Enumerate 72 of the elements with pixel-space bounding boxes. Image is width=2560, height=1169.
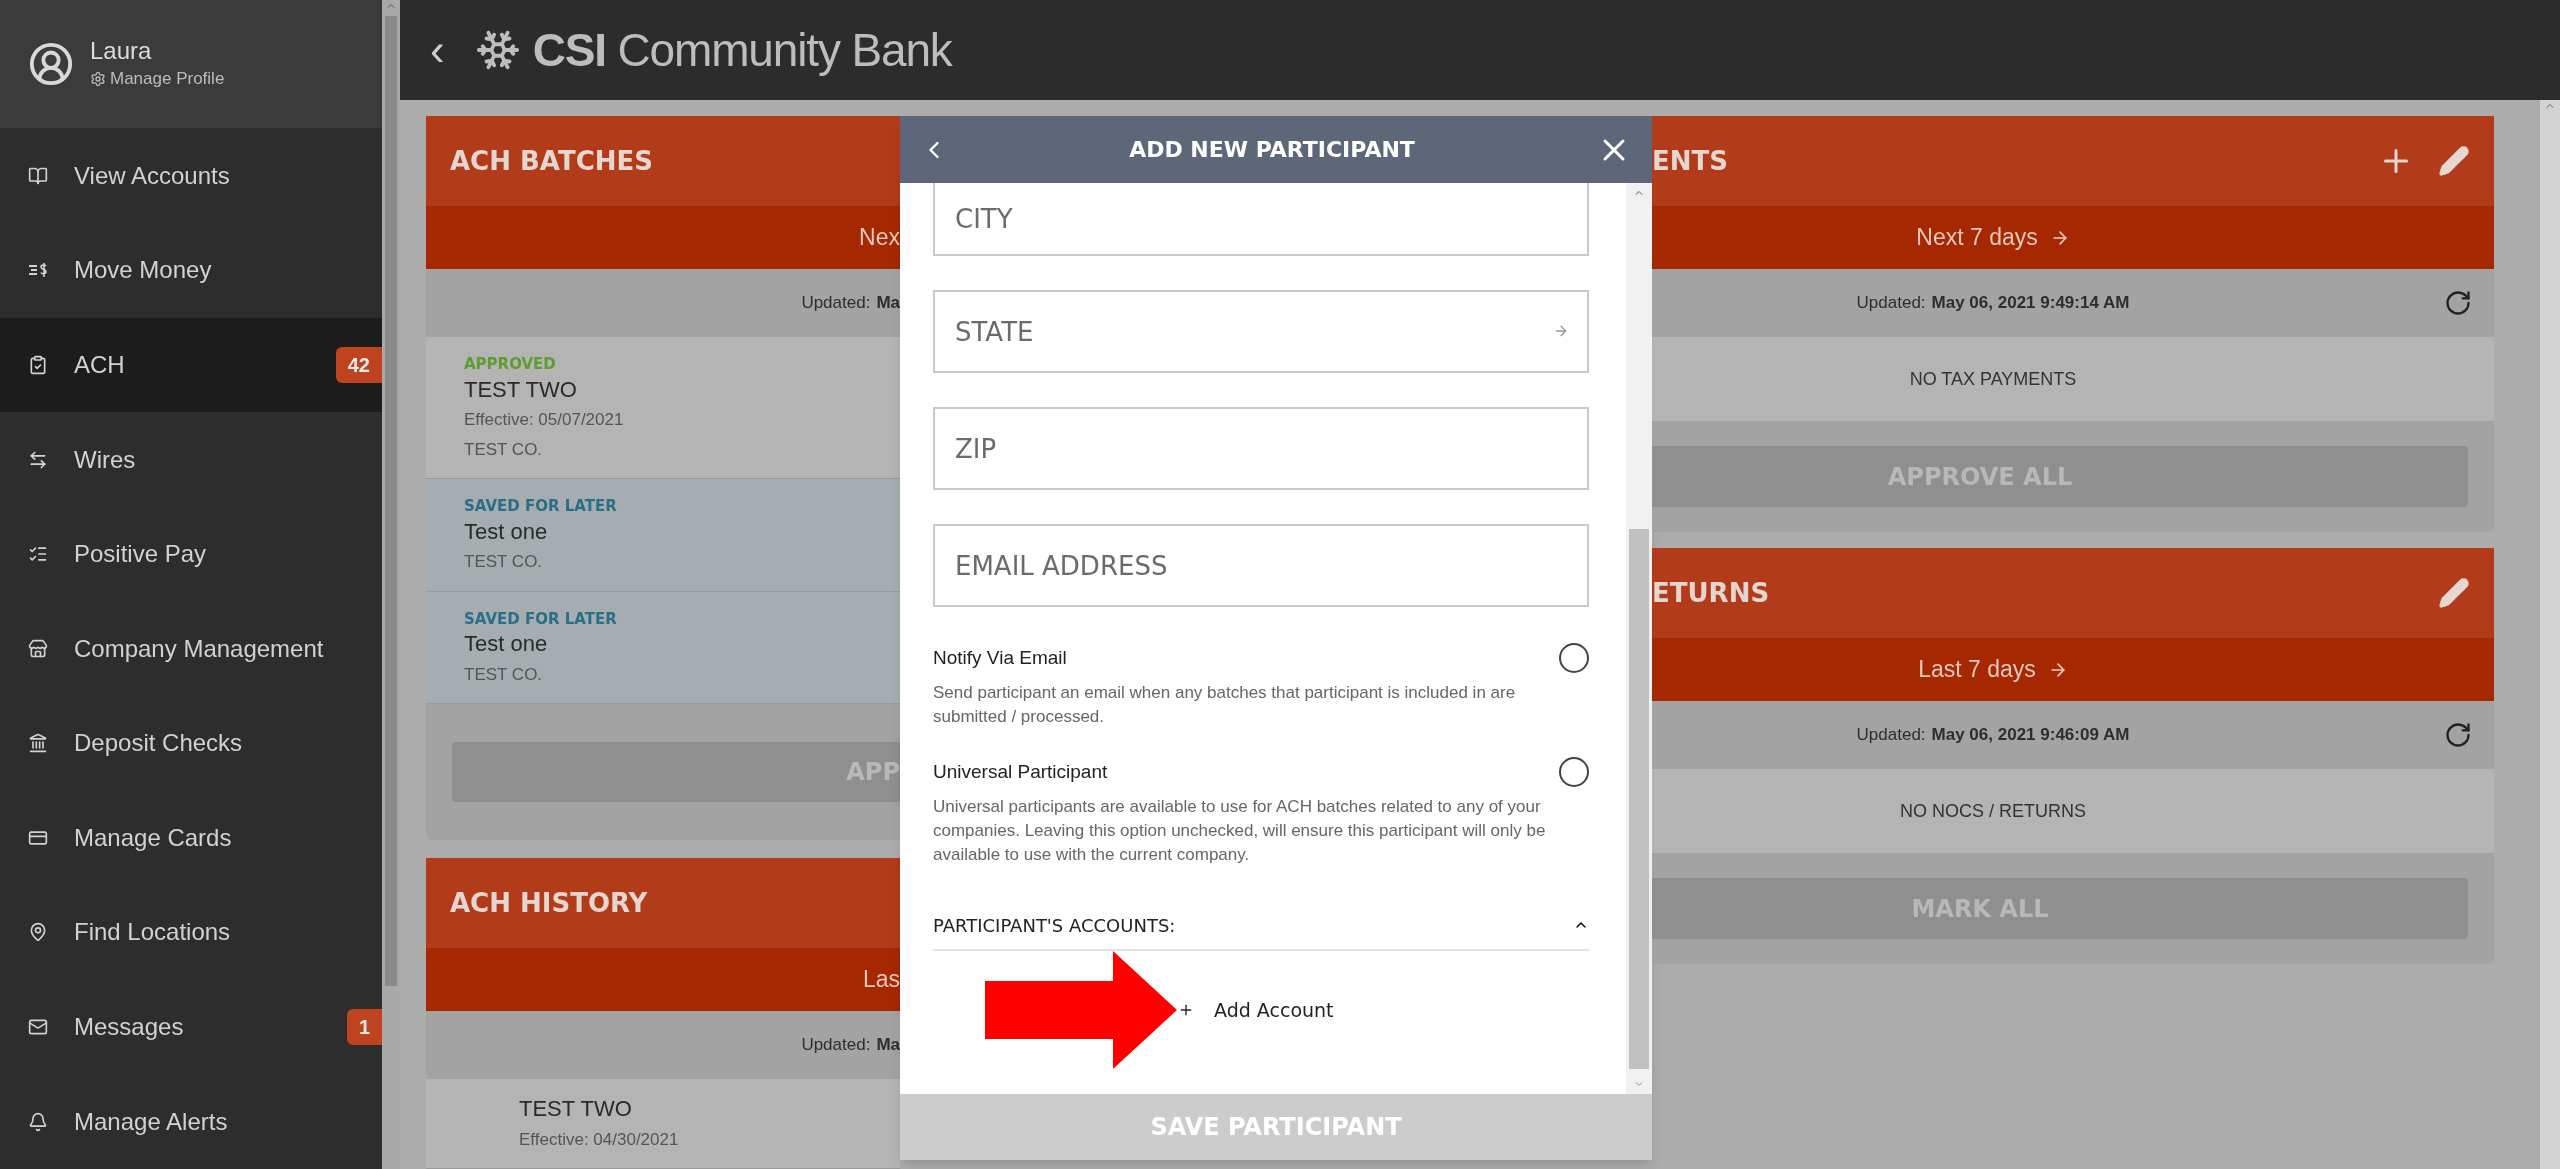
mail-icon [28, 1017, 48, 1038]
edit-icon[interactable] [2438, 145, 2470, 177]
batch-name: Test one [464, 517, 549, 545]
bell-icon [28, 1111, 48, 1132]
option-label: Notify Via Email [933, 645, 1067, 670]
period-link[interactable]: Last 7 days [1918, 652, 2068, 687]
updated-label: Updated: [1856, 292, 1926, 315]
accounts-section-header[interactable]: PARTICIPANT'S ACCOUNTS: [933, 901, 1589, 951]
batch-name: Test one [464, 630, 549, 658]
batch-name: TEST TWO [464, 375, 578, 403]
user-name: Laura [90, 36, 153, 67]
plus-icon [1178, 1002, 1194, 1018]
period-link[interactable]: Next 7 days [1916, 220, 2070, 255]
batch-item[interactable]: SAVED FOR LATER Test one TEST CO. [426, 591, 900, 704]
company-name: TEST CO. [464, 551, 544, 573]
status-label: SAVED FOR LATER [464, 608, 618, 630]
input-field[interactable]: ZIP [933, 407, 1589, 490]
batch-item[interactable]: APPROVED TEST TWO Effective: 05/07/2021 TEST CO. [426, 337, 900, 479]
bank-icon [28, 733, 48, 754]
page-scrollbar[interactable] [2540, 100, 2560, 1169]
map-pin-icon [28, 922, 48, 943]
status-label: SAVED FOR LATER [464, 496, 618, 517]
panel-title: ETURNS [1652, 576, 1771, 610]
company-name: TEST CO. [464, 663, 544, 686]
updated-time: May 06, 2021 9:46:09 AM [1931, 724, 2130, 747]
select-field[interactable]: STATE [933, 290, 1589, 373]
back-button[interactable]: ‹ [430, 28, 445, 72]
effective-date: Effective: 05/07/2021 [464, 409, 625, 431]
gear-icon [90, 71, 106, 88]
nav-item[interactable]: ACH 42 [0, 317, 382, 413]
panel-title: ACH BATCHES [450, 144, 653, 178]
updated-time: Ma [876, 292, 900, 315]
dialog-scrollbar[interactable] [1626, 183, 1652, 1094]
option-label: Universal Participant [933, 759, 1108, 784]
updated-label: Updated: [1856, 724, 1926, 747]
arrows-icon [28, 449, 48, 470]
updated-label: Updated: [801, 1034, 871, 1057]
refresh-icon[interactable] [2444, 721, 2472, 749]
company-name: TEST CO. [464, 438, 544, 461]
option-description: Send participant an email when any batches that participant is included in are submitted / processed. [933, 682, 1517, 728]
book-icon [28, 165, 48, 186]
period-link[interactable]: Las [862, 962, 900, 997]
clipboard-check-icon [28, 354, 48, 375]
option-description: Universal participants are available to use for ACH batches related to any of your companies. Leaving this option unchecked, will ensure this participant will only be available to use with the current company. [933, 796, 1547, 866]
arrow-icon [1553, 323, 1569, 339]
radio-button[interactable] [1559, 757, 1589, 787]
panel-title: ENTS [1652, 144, 1729, 178]
radio-button[interactable] [1559, 643, 1589, 673]
count-badge: 42 [335, 346, 382, 383]
input-field[interactable]: CITY [933, 183, 1589, 256]
dialog-title: ADD NEW PARTICIPANT [1128, 136, 1416, 164]
effective-date: Effective: 04/30/2021 [519, 1128, 680, 1151]
status-label: APPROVED [464, 354, 557, 375]
period-link[interactable]: Nex [859, 220, 900, 255]
batch-name: TEST TWO [519, 1095, 633, 1123]
add-account-button[interactable]: Add Account [1178, 995, 1334, 1025]
user-avatar-icon [28, 41, 74, 88]
manage-profile-link[interactable]: Manage Profile [90, 66, 225, 92]
empty-message: NO NOCS / RETURNS [1900, 799, 2086, 823]
updated-label: Updated: [801, 292, 871, 315]
empty-message: NO TAX PAYMENTS [1909, 367, 2077, 391]
batch-item[interactable]: SAVED FOR LATER Test one TEST CO. [426, 479, 900, 592]
edit-icon[interactable] [2438, 577, 2470, 609]
count-badge: 1 [346, 1009, 382, 1046]
input-field[interactable]: EMAIL ADDRESS [933, 524, 1589, 607]
updated-time: May 06, 2021 9:49:14 AM [1931, 292, 2130, 315]
panel-title: ACH HISTORY [450, 886, 648, 920]
updated-time: Ma [876, 1034, 900, 1057]
brand-name: CSI Community Bank [532, 22, 952, 78]
store-icon [28, 638, 48, 659]
batch-item[interactable]: TEST TWO Effective: 04/30/2021 [426, 1079, 900, 1169]
refresh-icon[interactable] [2444, 289, 2472, 317]
